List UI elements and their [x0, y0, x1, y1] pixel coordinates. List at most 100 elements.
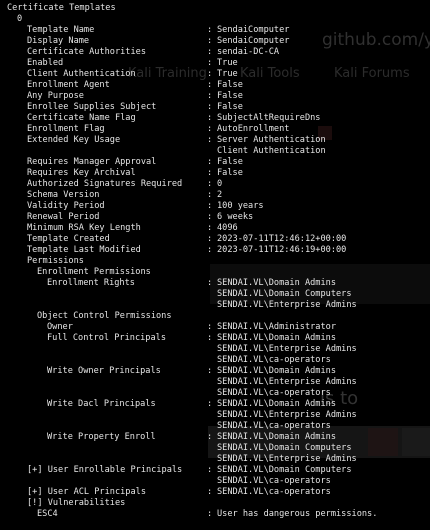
- template-row-label: Certificate Authorities: [27, 47, 146, 57]
- write-property-enroll-cont-value: SENDAI.VL\Enterprise Admins: [217, 454, 357, 464]
- vulnerability-item-label: ESC4: [37, 509, 58, 519]
- write-dacl-principals-cont-value: SENDAI.VL\ca-operators: [217, 421, 331, 431]
- template-row-label: Client Authentication: [27, 69, 136, 79]
- template-row-value: 0: [217, 179, 223, 189]
- template-row-label: Enrollment Flag: [27, 124, 105, 134]
- template-row-label: Schema Version: [27, 190, 100, 200]
- template-row-value: 4096: [217, 223, 238, 233]
- template-row-separator: :: [207, 36, 213, 46]
- template-row-value: False: [217, 157, 243, 167]
- full-control-principals-label: Full Control Principals: [47, 333, 166, 343]
- user-enrollable-principals-value: SENDAI.VL\Domain Computers: [217, 465, 352, 475]
- full-control-principals-cont-value: SENDAI.VL\ca-operators: [217, 355, 331, 365]
- user-enrollable-principals-label: [+] User Enrollable Principals: [27, 465, 183, 475]
- template-row-separator: :: [207, 234, 213, 244]
- terminal-output[interactable]: Certificate Templates 0 Template Name: Send…: [0, 0, 430, 530]
- enrollment-rights-value: SENDAI.VL\Domain Admins: [217, 278, 336, 288]
- owner-label: Owner: [47, 322, 73, 332]
- vulnerability-item-separator: :: [207, 509, 213, 519]
- full-control-principals-separator: :: [207, 333, 213, 343]
- template-row-value: False: [217, 80, 243, 90]
- write-property-enroll-separator: :: [207, 432, 213, 442]
- write-owner-principals-cont-value: SENDAI.VL\ca-operators: [217, 388, 331, 398]
- enrollment-rights-separator: :: [207, 278, 213, 288]
- template-row-separator: :: [207, 245, 213, 255]
- template-row-value: SubjectAltRequireDns: [217, 113, 321, 123]
- template-row-value: SendaiComputer: [217, 25, 290, 35]
- template-row-label: Validity Period: [27, 201, 105, 211]
- template-row-label: Enabled: [27, 58, 64, 68]
- template-row-separator: :: [207, 113, 213, 123]
- user-enrollable-principals-cont-value: SENDAI.VL\ca-operators: [217, 476, 331, 486]
- enrollment-rights-cont-value: SENDAI.VL\Domain Computers: [217, 289, 352, 299]
- template-row-value: SendaiComputer: [217, 36, 290, 46]
- template-row-value: Server Authentication: [217, 135, 326, 145]
- template-index-label: 0: [17, 14, 23, 24]
- template-row-label: Enrollee Supplies Subject: [27, 102, 157, 112]
- write-owner-principals-cont-value: SENDAI.VL\Enterprise Admins: [217, 377, 357, 387]
- template-row-separator: :: [207, 25, 213, 35]
- write-dacl-principals-label: Write Dacl Principals: [47, 399, 156, 409]
- write-dacl-principals-value: SENDAI.VL\Domain Admins: [217, 399, 336, 409]
- write-property-enroll-value: SENDAI.VL\Domain Admins: [217, 432, 336, 442]
- write-owner-principals-label: Write Owner Principals: [47, 366, 161, 376]
- user-acl-principals-label: [+] User ACL Principals: [27, 487, 146, 497]
- template-row-separator: :: [207, 179, 213, 189]
- terminal-header-label: Certificate Templates: [7, 3, 116, 13]
- template-row-value: AutoEnrollment: [217, 124, 290, 134]
- owner-value: SENDAI.VL\Administrator: [217, 322, 336, 332]
- object-control-title-label: Object Control Permissions: [37, 311, 172, 321]
- write-owner-principals-separator: :: [207, 366, 213, 376]
- template-row-label: Authorized Signatures Required: [27, 179, 183, 189]
- template-row-value: 100 years: [217, 201, 264, 211]
- template-row-value: 2023-07-11T12:46:12+00:00: [217, 234, 347, 244]
- template-row-cont-value: Client Authentication: [217, 146, 326, 156]
- permissions-title-label: Permissions: [27, 256, 84, 266]
- template-row-separator: :: [207, 223, 213, 233]
- template-row-value: sendai-DC-CA: [217, 47, 280, 57]
- write-dacl-principals-separator: :: [207, 399, 213, 409]
- template-row-separator: :: [207, 91, 213, 101]
- template-row-label: Requires Key Archival: [27, 168, 136, 178]
- enrollment-rights-label: Enrollment Rights: [47, 278, 135, 288]
- template-row-separator: :: [207, 80, 213, 90]
- write-dacl-principals-cont-value: SENDAI.VL\Enterprise Admins: [217, 410, 357, 420]
- template-row-value: True: [217, 58, 238, 68]
- template-row-separator: :: [207, 135, 213, 145]
- template-row-separator: :: [207, 58, 213, 68]
- template-row-separator: :: [207, 201, 213, 211]
- template-row-value: 2023-07-11T12:46:19+00:00: [217, 245, 347, 255]
- template-row-label: Requires Manager Approval: [27, 157, 157, 167]
- template-row-value: 2: [217, 190, 223, 200]
- template-row-separator: :: [207, 69, 213, 79]
- template-row-label: Template Name: [27, 25, 95, 35]
- template-row-value: False: [217, 91, 243, 101]
- template-row-label: Minimum RSA Key Length: [27, 223, 141, 233]
- user-enrollable-principals-separator: :: [207, 465, 213, 475]
- user-acl-principals-value: SENDAI.VL\ca-operators: [217, 487, 331, 497]
- template-row-separator: :: [207, 190, 213, 200]
- vulnerability-item-value: User has dangerous permissions.: [217, 509, 378, 519]
- template-row-label: Template Created: [27, 234, 110, 244]
- enrollment-permissions-title-label: Enrollment Permissions: [37, 267, 151, 277]
- template-row-label: Enrollment Agent: [27, 80, 110, 90]
- write-property-enroll-cont-value: SENDAI.VL\Domain Computers: [217, 443, 352, 453]
- template-row-label: Renewal Period: [27, 212, 100, 222]
- vulnerabilities-title-label: [!] Vulnerabilities: [27, 498, 126, 508]
- write-property-enroll-label: Write Property Enroll: [47, 432, 156, 442]
- template-row-value: False: [217, 168, 243, 178]
- write-owner-principals-value: SENDAI.VL\Domain Admins: [217, 366, 336, 376]
- owner-separator: :: [207, 322, 213, 332]
- template-row-separator: :: [207, 157, 213, 167]
- template-row-label: Any Purpose: [27, 91, 84, 101]
- template-row-label: Extended Key Usage: [27, 135, 121, 145]
- template-row-separator: :: [207, 102, 213, 112]
- template-row-value: False: [217, 102, 243, 112]
- template-row-label: Template Last Modified: [27, 245, 141, 255]
- template-row-value: True: [217, 69, 238, 79]
- enrollment-rights-cont-value: SENDAI.VL\Enterprise Admins: [217, 300, 357, 310]
- template-row-value: 6 weeks: [217, 212, 254, 222]
- full-control-principals-value: SENDAI.VL\Domain Admins: [217, 333, 336, 343]
- template-row-separator: :: [207, 47, 213, 57]
- template-row-separator: :: [207, 212, 213, 222]
